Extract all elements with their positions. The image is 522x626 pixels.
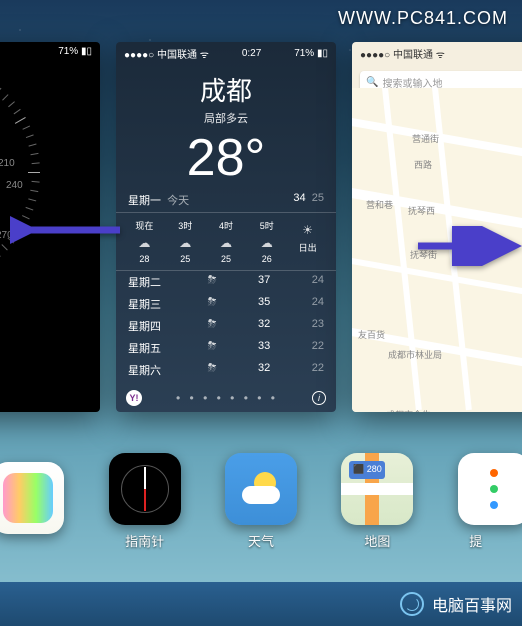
app-notes[interactable] [28,462,64,540]
maps-icon: ⬛ 280 [341,453,413,525]
app-reminders[interactable]: 提 [458,453,494,550]
map-poi: 营和巷 [366,198,393,211]
wifi-icon: ᯤ [200,50,209,61]
reminders-icon [458,453,522,525]
arrow-left-annotation [10,210,128,255]
hour-col: 3时☁25 [165,219,206,264]
site-footer: 电脑百事网 [0,582,522,626]
day-row: 星期二⛈3724 [128,271,324,293]
weather-icon [225,453,297,525]
weather-daily[interactable]: 星期二⛈3724星期三⛈3524星期四⛈3223星期五⛈3322星期六⛈3222 [116,271,336,381]
yahoo-icon[interactable]: Y! [126,390,142,406]
map-poi: 成都市金牛 [386,408,431,412]
compass-icon [109,453,181,525]
map-poi: 抚琴西 [408,204,435,217]
status-bar: ●●●●○ 71% ▮▯ [0,42,100,61]
weather-city: 成都 [116,71,336,108]
status-time: 0:27 [242,48,261,59]
info-icon[interactable]: i [312,391,326,405]
app-maps[interactable]: ⬛ 280地图 [341,453,413,550]
app-compass[interactable]: 指南针 [109,453,181,550]
weather-footer: Y! • • • • • • • • i [116,390,336,406]
day-row: 星期三⛈3524 [128,293,324,315]
hour-col: 5时☁26 [246,219,287,264]
map-poi: 友百货 [358,328,385,341]
day-row: 星期六⛈3222 [128,359,324,381]
wifi-icon: ᯤ [436,50,445,61]
status-bar: ●●●●○ 中国联通 ᯤ 0:27 71% ▮▯ [116,42,336,65]
app-switcher-dock[interactable]: 指南针 天气 ⬛ 280地图 提 [0,436,522,566]
battery-label: 71% ▮▯ [58,46,92,57]
weather-condition: 局部多云 [116,110,336,126]
weather-temp: 28° [116,128,336,188]
day-row: 星期四⛈3223 [128,315,324,337]
watermark: WWW.PC841.COM [338,8,508,29]
weather-today-row: 星期一 今天 34 25 [116,188,336,213]
hour-col: ☀日出 [287,219,328,264]
search-icon: 🔍 [366,77,378,88]
hour-col: 现在☁28 [124,219,165,264]
weather-hourly[interactable]: 现在☁283时☁254时☁255时☁26☀日出 [116,213,336,271]
map-poi: 西路 [414,158,432,171]
map-poi: 成都市林业局 [388,348,442,361]
app-weather[interactable]: 天气 [225,453,297,550]
site-logo-icon [400,592,424,616]
notes-icon [0,462,64,534]
hour-col: 4时☁25 [206,219,247,264]
status-bar: ●●●●○ 中国联通 ᯤ 0: [352,42,522,65]
page-dots: • • • • • • • • [176,391,278,405]
day-row: 星期五⛈3322 [128,337,324,359]
map-poi: 营通街 [412,132,439,145]
arrow-right-annotation [412,226,522,271]
weather-card[interactable]: ●●●●○ 中国联通 ᯤ 0:27 71% ▮▯ 成都 局部多云 28° 星期一… [116,42,336,412]
